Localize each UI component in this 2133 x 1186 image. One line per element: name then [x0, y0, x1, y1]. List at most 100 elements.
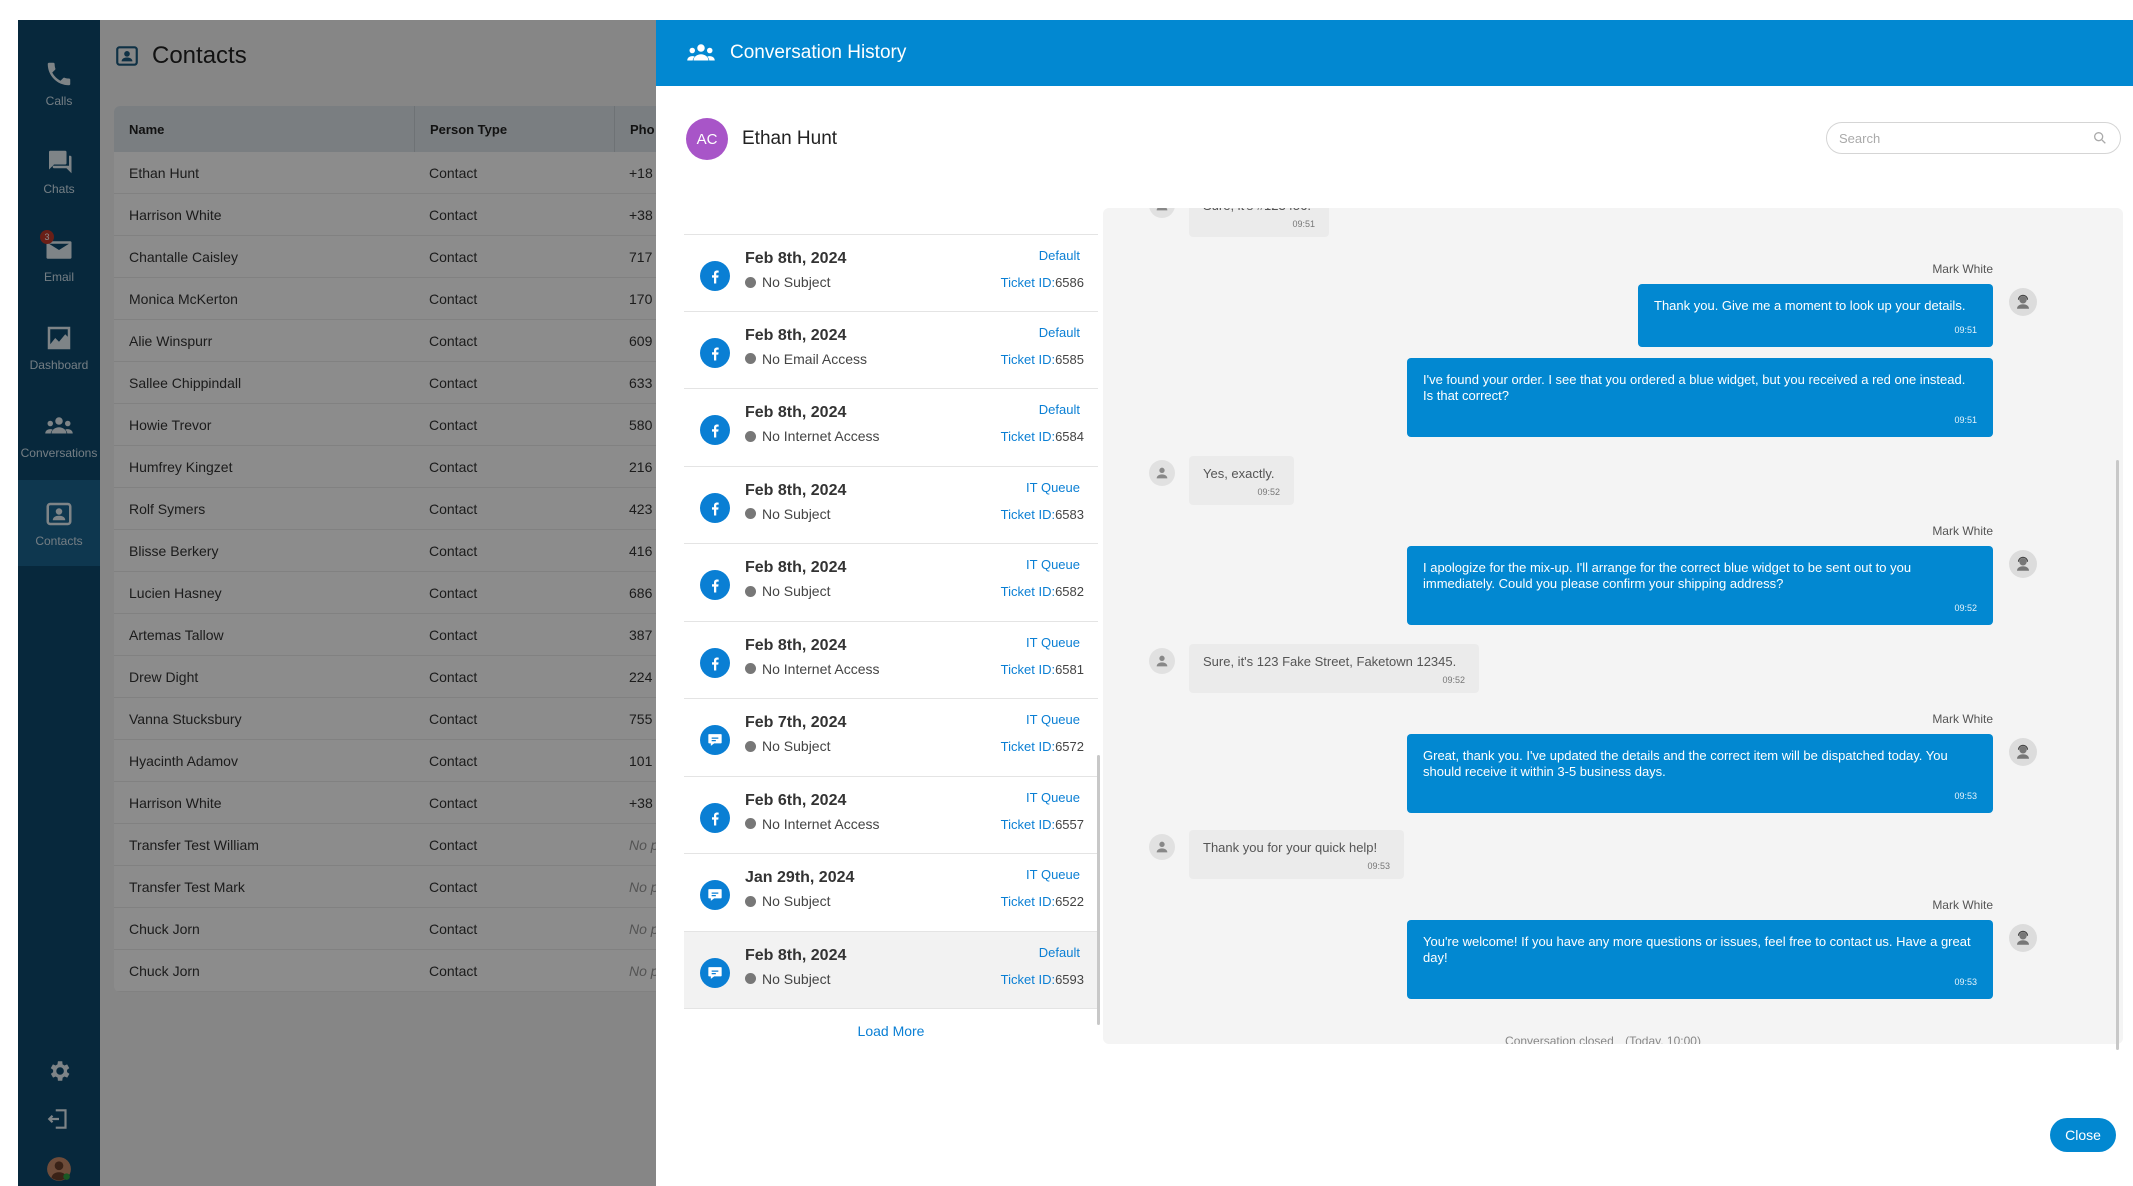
ticket-id[interactable]: Ticket ID:6582 [1001, 584, 1084, 599]
ticket-id[interactable]: Ticket ID:6581 [1001, 662, 1084, 677]
agent-icon [2017, 556, 2029, 571]
ticket-id[interactable]: Ticket ID:6585 [1001, 352, 1084, 367]
agent-icon [2017, 930, 2029, 945]
status-dot-icon [745, 973, 756, 984]
message-time: 09:53 [1954, 791, 1977, 801]
facebook-icon [700, 261, 730, 291]
ticket-queue: IT Queue [1026, 479, 1080, 495]
ticket-id[interactable]: Ticket ID:6557 [1001, 817, 1084, 832]
ticket-id-prefix: Ticket ID: [1000, 661, 1056, 677]
outgoing-message: Great, thank you. I've updated the detai… [1407, 734, 1993, 813]
ticket-id-value: 6585 [1055, 351, 1084, 367]
sender-name: Mark White [1932, 262, 1993, 276]
facebook-icon-glyph [712, 270, 719, 284]
ticket-item[interactable]: Feb 7th, 2024 No Subject IT Queue Ticket ID… [684, 699, 1098, 777]
ticket-id-prefix: Ticket ID: [1000, 506, 1056, 522]
message-text: I apologize for the mix-up. I'll arrange… [1423, 560, 1912, 591]
user-icon [1156, 467, 1168, 479]
ticket-item[interactable]: Jan 29th, 2024 No Subject IT Queue Ticket I… [684, 854, 1098, 932]
ticket-queue: IT Queue [1026, 557, 1080, 572]
ticket-date: Feb 8th, 2024 [745, 404, 847, 421]
customer-avatar [1149, 834, 1175, 860]
ticket-date: Feb 8th, 2024 [745, 250, 847, 267]
ticket-id-value: 6593 [1055, 971, 1084, 987]
chat-bubble-icon [700, 880, 730, 910]
incoming-message: Thank you for your quick help! 09:53 [1189, 830, 1404, 879]
ticket-subject-text: No Email Access [762, 350, 868, 367]
ticket-id[interactable]: Ticket ID:6583 [1001, 507, 1084, 522]
sender-name: Mark White [1932, 898, 1993, 912]
message-time: 09:52 [1954, 603, 1977, 613]
ticket-item[interactable]: Feb 8th, 2024 No Subject IT Queue Ticket ID… [684, 467, 1098, 544]
ticket-id-value: 6581 [1055, 661, 1084, 677]
status-dot-icon [745, 663, 756, 674]
search-input[interactable] [1839, 130, 2092, 146]
close-button[interactable]: Close [2050, 1118, 2116, 1152]
incoming-message: Yes, exactly. 09:52 [1189, 456, 1294, 505]
modal-backdrop[interactable] [18, 20, 656, 1186]
ticket-queue: Default [1038, 248, 1080, 263]
agent-avatar [2009, 738, 2037, 766]
status-dot-icon [745, 353, 756, 364]
ticket-item[interactable]: Feb 8th, 2024 No Internet Access IT Queue T… [684, 622, 1098, 699]
chat-scrollbar[interactable] [2116, 460, 2119, 1050]
message-time: 09:51 [1954, 325, 1977, 335]
facebook-icon [700, 802, 730, 833]
ticket-id[interactable]: Ticket ID:6572 [1001, 739, 1084, 754]
ticket-subject: No Subject [745, 583, 830, 599]
search-icon[interactable] [2092, 130, 2108, 146]
message-text: I've found your order. I see that you or… [1423, 372, 1966, 403]
agent-icon [2017, 294, 2029, 309]
ticket-id[interactable]: Ticket ID:6593 [1001, 972, 1084, 987]
ticket-list-scrollbar[interactable] [1097, 755, 1100, 1025]
ticket-date: Feb 8th, 2024 [745, 636, 847, 654]
status-dot-icon [745, 585, 756, 597]
customer-avatar [1149, 208, 1175, 218]
ticket-item[interactable]: Feb 6th, 2024 No Internet Access IT Queue T… [684, 777, 1098, 854]
ticket-item[interactable]: Feb 8th, 2024 No Subject Default Ticket ID:… [684, 931, 1098, 1009]
modal-header: Conversation History [656, 20, 2133, 86]
ticket-id-prefix: Ticket ID: [1000, 816, 1056, 832]
load-more-link[interactable]: Load More [684, 1023, 1098, 1039]
status-dot-icon [745, 740, 756, 752]
ticket-date: Feb 6th, 2024 [745, 791, 847, 809]
contact-name: Ethan Hunt [742, 128, 838, 149]
ticket-item[interactable]: Feb 8th, 2024 No Subject IT Queue Ticket ID… [684, 544, 1098, 622]
chat-bubble-icon [700, 957, 730, 988]
facebook-icon-glyph [712, 347, 719, 360]
conversation-closed-note: Conversation closed (Today, 10:00) [1103, 1034, 2103, 1044]
ticket-id[interactable]: Ticket ID:6584 [1001, 429, 1084, 444]
user-icon [1156, 208, 1168, 211]
ticket-queue: IT Queue [1026, 712, 1080, 727]
ticket-id[interactable]: Ticket ID:6522 [1001, 894, 1084, 909]
ticket-date: Feb 7th, 2024 [745, 714, 847, 731]
ticket-date: Feb 8th, 2024 [745, 326, 847, 344]
contact-header: AC Ethan Hunt [686, 118, 837, 160]
ticket-subject-text: No Subject [762, 970, 831, 987]
modal-title: Conversation History [730, 42, 907, 63]
ticket-id-value: 6522 [1055, 894, 1084, 909]
ticket-item[interactable]: Feb 8th, 2024 No Subject Default Ticket ID:… [684, 234, 1098, 312]
ticket-id-prefix: Ticket ID: [1000, 275, 1056, 290]
facebook-icon [700, 337, 730, 368]
message-text: Thank you. Give me a moment to look up y… [1654, 298, 1966, 313]
ticket-queue: Default [1038, 402, 1080, 417]
ticket-queue: Default [1038, 944, 1080, 960]
chat-bubble-icon [700, 725, 730, 755]
ticket-item[interactable]: Feb 8th, 2024 No Internet Access Default Ti… [684, 389, 1098, 467]
facebook-icon [700, 570, 730, 600]
message-text: Sure, it's 123 Fake Street, Faketown 123… [1203, 654, 1457, 669]
agent-icon [2017, 744, 2029, 759]
search-box[interactable] [1826, 122, 2121, 154]
ticket-subject-text: No Internet Access [762, 660, 880, 677]
facebook-icon-glyph [712, 579, 719, 593]
message-text: You're welcome! If you have any more que… [1423, 934, 1971, 965]
conversation-history-modal: Conversation History AC Ethan Hunt Feb 8… [656, 20, 2133, 1186]
closed-note-text: Conversation closed [1505, 1034, 1614, 1044]
agent-avatar [2009, 924, 2037, 952]
ticket-queue: IT Queue [1026, 789, 1080, 805]
ticket-item[interactable]: Feb 8th, 2024 No Email Access Default Ticke… [684, 312, 1098, 389]
ticket-id[interactable]: Ticket ID:6586 [1001, 275, 1084, 290]
sender-name: Mark White [1932, 712, 1993, 726]
agent-avatar [2009, 550, 2037, 578]
